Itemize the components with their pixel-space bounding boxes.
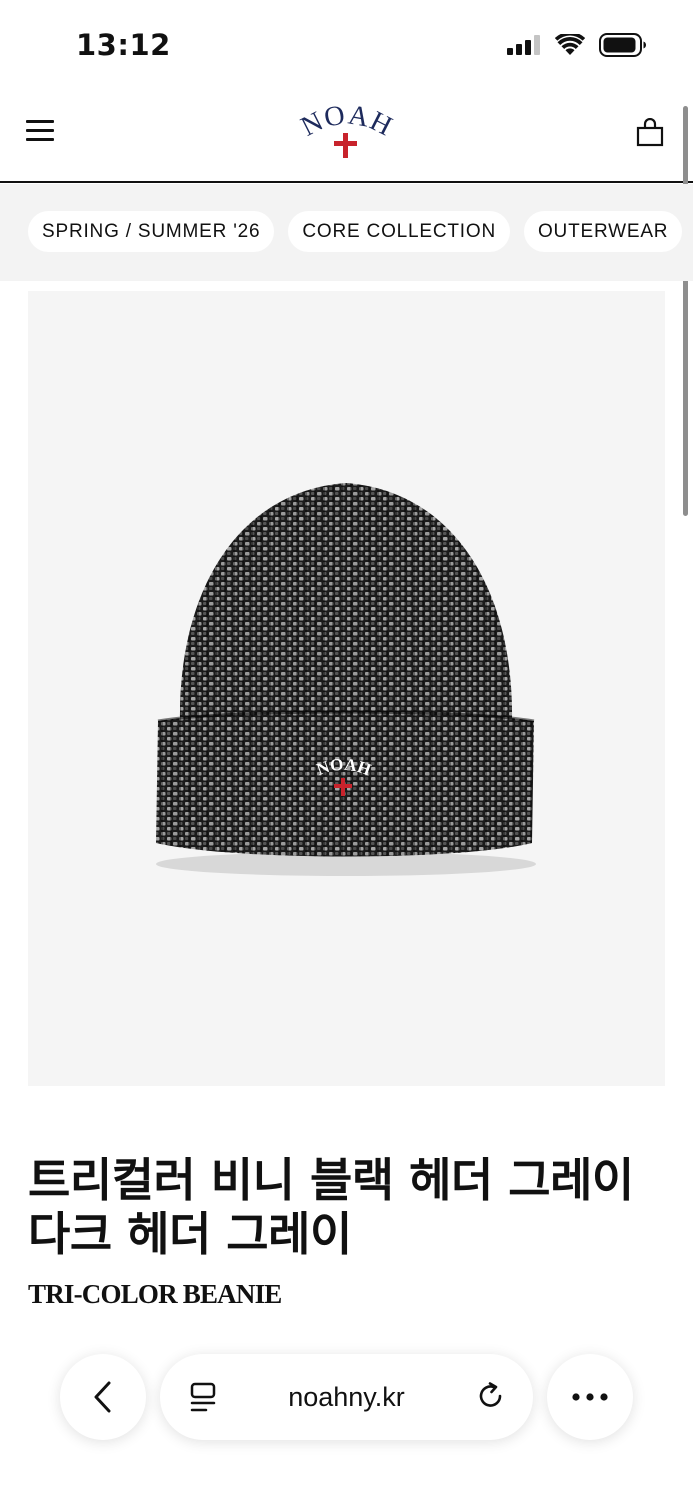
chevron-left-icon	[94, 1381, 111, 1413]
category-chip-outerwear[interactable]: OUTERWEAR	[523, 211, 683, 252]
more-options-button[interactable]	[547, 1354, 633, 1440]
noah-logo[interactable]: NOAH	[292, 104, 402, 170]
category-strip: SPRING / SUMMER '26 CORE COLLECTION OUTE…	[0, 184, 693, 281]
site-header: NOAH	[0, 90, 693, 183]
status-time: 13:12	[76, 28, 171, 62]
product-image[interactable]: NOAH	[28, 291, 665, 1086]
battery-icon	[599, 33, 646, 57]
cellular-signal-icon	[507, 35, 540, 55]
page-scrollbar[interactable]	[683, 106, 688, 516]
status-icons	[507, 33, 647, 57]
beanie-image: NOAH	[156, 483, 536, 876]
status-bar: 13:12	[0, 0, 693, 90]
category-chip-core-collection[interactable]: CORE COLLECTION	[288, 211, 510, 252]
product-title-korean: 트리컬러 비니 블랙 헤더 그레이 다크 헤더 그레이	[28, 1153, 634, 1261]
more-dots-icon	[572, 1393, 608, 1401]
wifi-icon	[555, 34, 585, 55]
shopping-bag-button[interactable]	[635, 117, 665, 148]
address-bar[interactable]: noahny.kr	[160, 1354, 533, 1440]
category-chip-spring-summer[interactable]: SPRING / SUMMER '26	[28, 211, 275, 252]
browser-toolbar: noahny.kr	[0, 1330, 693, 1500]
hamburger-icon-bar	[26, 120, 54, 123]
product-title-english: TRI-COLOR BEANIE	[28, 1279, 282, 1309]
menu-button[interactable]	[26, 118, 56, 144]
category-chip-list: SPRING / SUMMER '26 CORE COLLECTION OUTE…	[28, 211, 683, 252]
back-button[interactable]	[60, 1354, 146, 1440]
hamburger-icon-bar	[26, 138, 54, 141]
reload-icon[interactable]	[475, 1380, 507, 1412]
hamburger-icon-bar	[26, 129, 54, 132]
shopping-bag-icon	[636, 117, 664, 147]
